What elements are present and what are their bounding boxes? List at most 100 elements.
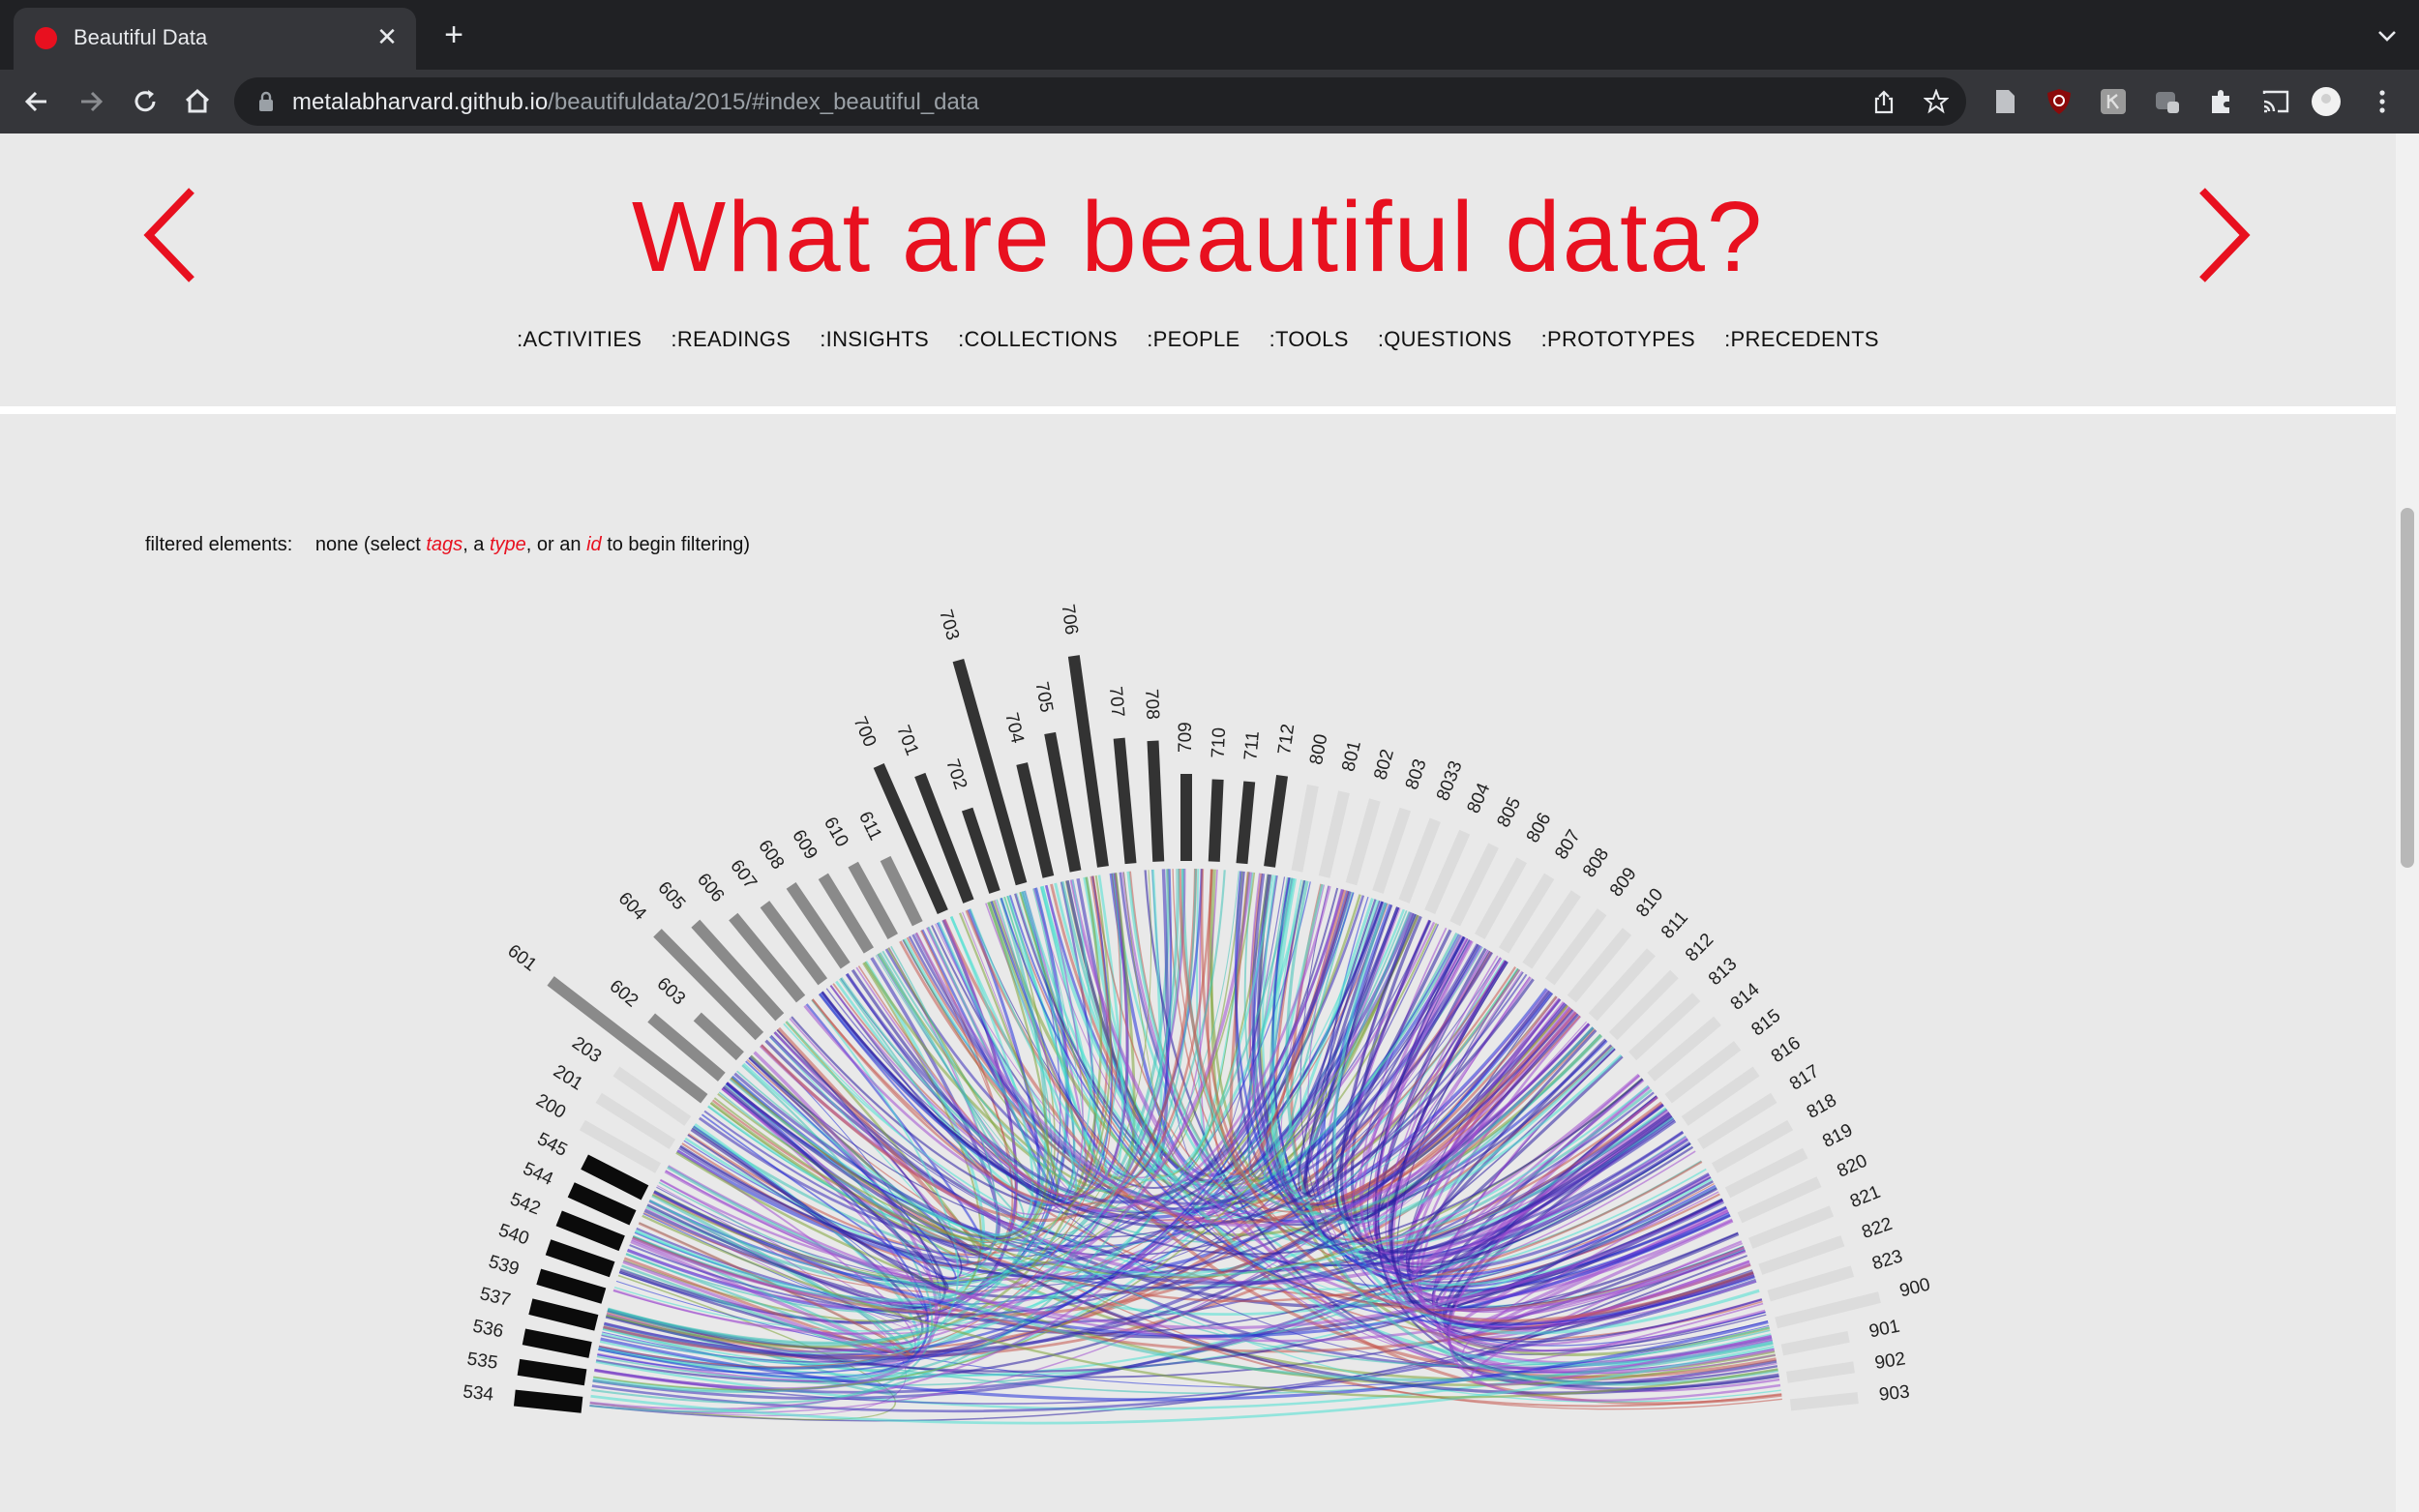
- label-200[interactable]: 200: [532, 1090, 569, 1123]
- back-icon[interactable]: [19, 84, 54, 119]
- reload-icon[interactable]: [128, 84, 163, 119]
- address-bar[interactable]: metalabharvard.github.io/beautifuldata/2…: [234, 77, 1966, 126]
- label-813[interactable]: 813: [1705, 954, 1742, 990]
- label-807[interactable]: 807: [1551, 826, 1584, 863]
- label-702[interactable]: 702: [941, 756, 971, 792]
- nav-link-questions[interactable]: :QUESTIONS: [1378, 327, 1512, 352]
- label-712[interactable]: 712: [1274, 723, 1299, 756]
- bar-820[interactable]: [1737, 1176, 1822, 1224]
- label-811[interactable]: 811: [1657, 907, 1692, 943]
- label-606[interactable]: 606: [693, 870, 728, 906]
- bar-800[interactable]: [1291, 784, 1319, 873]
- label-802[interactable]: 802: [1370, 747, 1398, 782]
- label-201[interactable]: 201: [550, 1061, 586, 1095]
- label-823[interactable]: 823: [1869, 1246, 1904, 1274]
- document-extension-icon[interactable]: [1989, 86, 2020, 117]
- label-603[interactable]: 603: [653, 973, 690, 1009]
- nav-link-people[interactable]: :PEOPLE: [1147, 327, 1239, 352]
- label-607[interactable]: 607: [726, 856, 761, 893]
- chevron-down-icon[interactable]: [2374, 23, 2400, 48]
- nav-link-insights[interactable]: :INSIGHTS: [820, 327, 929, 352]
- extensions-puzzle-icon[interactable]: [2206, 86, 2237, 117]
- label-706[interactable]: 706: [1058, 603, 1082, 636]
- cast-icon[interactable]: [2260, 86, 2291, 117]
- menu-kebab-icon[interactable]: [2367, 86, 2398, 117]
- label-8033[interactable]: 8033: [1433, 758, 1467, 804]
- bar-603[interactable]: [693, 1012, 744, 1061]
- label-602[interactable]: 602: [606, 976, 642, 1011]
- label-710[interactable]: 710: [1209, 727, 1230, 759]
- nav-link-collections[interactable]: :COLLECTIONS: [958, 327, 1118, 352]
- bar-711[interactable]: [1236, 781, 1256, 865]
- label-608[interactable]: 608: [754, 837, 788, 874]
- bar-535[interactable]: [517, 1358, 587, 1386]
- bar-605[interactable]: [691, 919, 785, 1022]
- bar-606[interactable]: [729, 912, 806, 1003]
- home-icon[interactable]: [180, 84, 215, 119]
- label-901[interactable]: 901: [1867, 1317, 1901, 1343]
- share-icon[interactable]: [1871, 89, 1896, 114]
- extension-cube-icon[interactable]: [2152, 86, 2183, 117]
- label-705[interactable]: 705: [1030, 680, 1056, 714]
- bar-540[interactable]: [545, 1239, 615, 1278]
- label-822[interactable]: 822: [1860, 1214, 1896, 1243]
- bar-822[interactable]: [1758, 1235, 1845, 1275]
- bar-705[interactable]: [1044, 731, 1082, 873]
- nav-link-readings[interactable]: :READINGS: [671, 327, 791, 352]
- bar-706[interactable]: [1067, 655, 1109, 868]
- nav-link-prototypes[interactable]: :PROTOTYPES: [1541, 327, 1695, 352]
- label-605[interactable]: 605: [653, 877, 689, 914]
- bar-804[interactable]: [1424, 829, 1471, 915]
- label-809[interactable]: 809: [1606, 864, 1641, 901]
- label-810[interactable]: 810: [1632, 884, 1667, 921]
- close-tab-icon[interactable]: ✕: [372, 21, 403, 52]
- bar-802[interactable]: [1345, 798, 1381, 886]
- bookmark-star-icon[interactable]: [1924, 89, 1949, 114]
- extension-tile-icon[interactable]: [2098, 86, 2129, 117]
- nav-link-tools[interactable]: :TOOLS: [1269, 327, 1349, 352]
- bar-702[interactable]: [961, 807, 1000, 894]
- bar-707[interactable]: [1113, 737, 1137, 865]
- label-203[interactable]: 203: [568, 1033, 605, 1067]
- label-537[interactable]: 537: [478, 1284, 513, 1311]
- label-808[interactable]: 808: [1579, 845, 1613, 881]
- bar-611[interactable]: [880, 855, 923, 927]
- label-611[interactable]: 611: [854, 809, 885, 844]
- new-tab-icon[interactable]: +: [437, 18, 470, 52]
- bar-902[interactable]: [1785, 1361, 1856, 1383]
- browser-tab[interactable]: Beautiful Data ✕: [14, 8, 416, 70]
- bar-700[interactable]: [873, 763, 948, 915]
- profile-avatar-icon[interactable]: [2311, 86, 2342, 117]
- bar-823[interactable]: [1767, 1265, 1855, 1302]
- ublock-shield-icon[interactable]: [2044, 86, 2075, 117]
- bar-537[interactable]: [528, 1298, 599, 1331]
- label-536[interactable]: 536: [471, 1317, 505, 1343]
- label-902[interactable]: 902: [1873, 1349, 1906, 1374]
- label-540[interactable]: 540: [496, 1220, 532, 1249]
- bar-542[interactable]: [555, 1210, 625, 1252]
- bar-539[interactable]: [536, 1268, 607, 1304]
- nav-link-precedents[interactable]: :PRECEDENTS: [1724, 327, 1879, 352]
- bar-710[interactable]: [1208, 779, 1224, 862]
- label-542[interactable]: 542: [507, 1189, 543, 1219]
- scrollbar-thumb[interactable]: [2401, 508, 2414, 868]
- label-708[interactable]: 708: [1141, 689, 1162, 721]
- label-539[interactable]: 539: [486, 1252, 521, 1280]
- label-801[interactable]: 801: [1338, 739, 1365, 774]
- label-609[interactable]: 609: [788, 826, 821, 863]
- label-821[interactable]: 821: [1847, 1182, 1883, 1212]
- label-820[interactable]: 820: [1835, 1151, 1871, 1182]
- bar-801[interactable]: [1318, 790, 1350, 878]
- label-819[interactable]: 819: [1819, 1120, 1856, 1152]
- bar-703[interactable]: [952, 658, 1028, 886]
- bar-704[interactable]: [1016, 762, 1055, 878]
- label-804[interactable]: 804: [1463, 780, 1494, 816]
- label-610[interactable]: 610: [820, 814, 852, 850]
- forward-icon[interactable]: [74, 84, 108, 119]
- bar-545[interactable]: [581, 1154, 649, 1201]
- label-700[interactable]: 700: [850, 714, 881, 750]
- bar-534[interactable]: [513, 1389, 583, 1413]
- label-534[interactable]: 534: [462, 1382, 494, 1406]
- label-535[interactable]: 535: [465, 1349, 498, 1374]
- bar-903[interactable]: [1789, 1392, 1859, 1411]
